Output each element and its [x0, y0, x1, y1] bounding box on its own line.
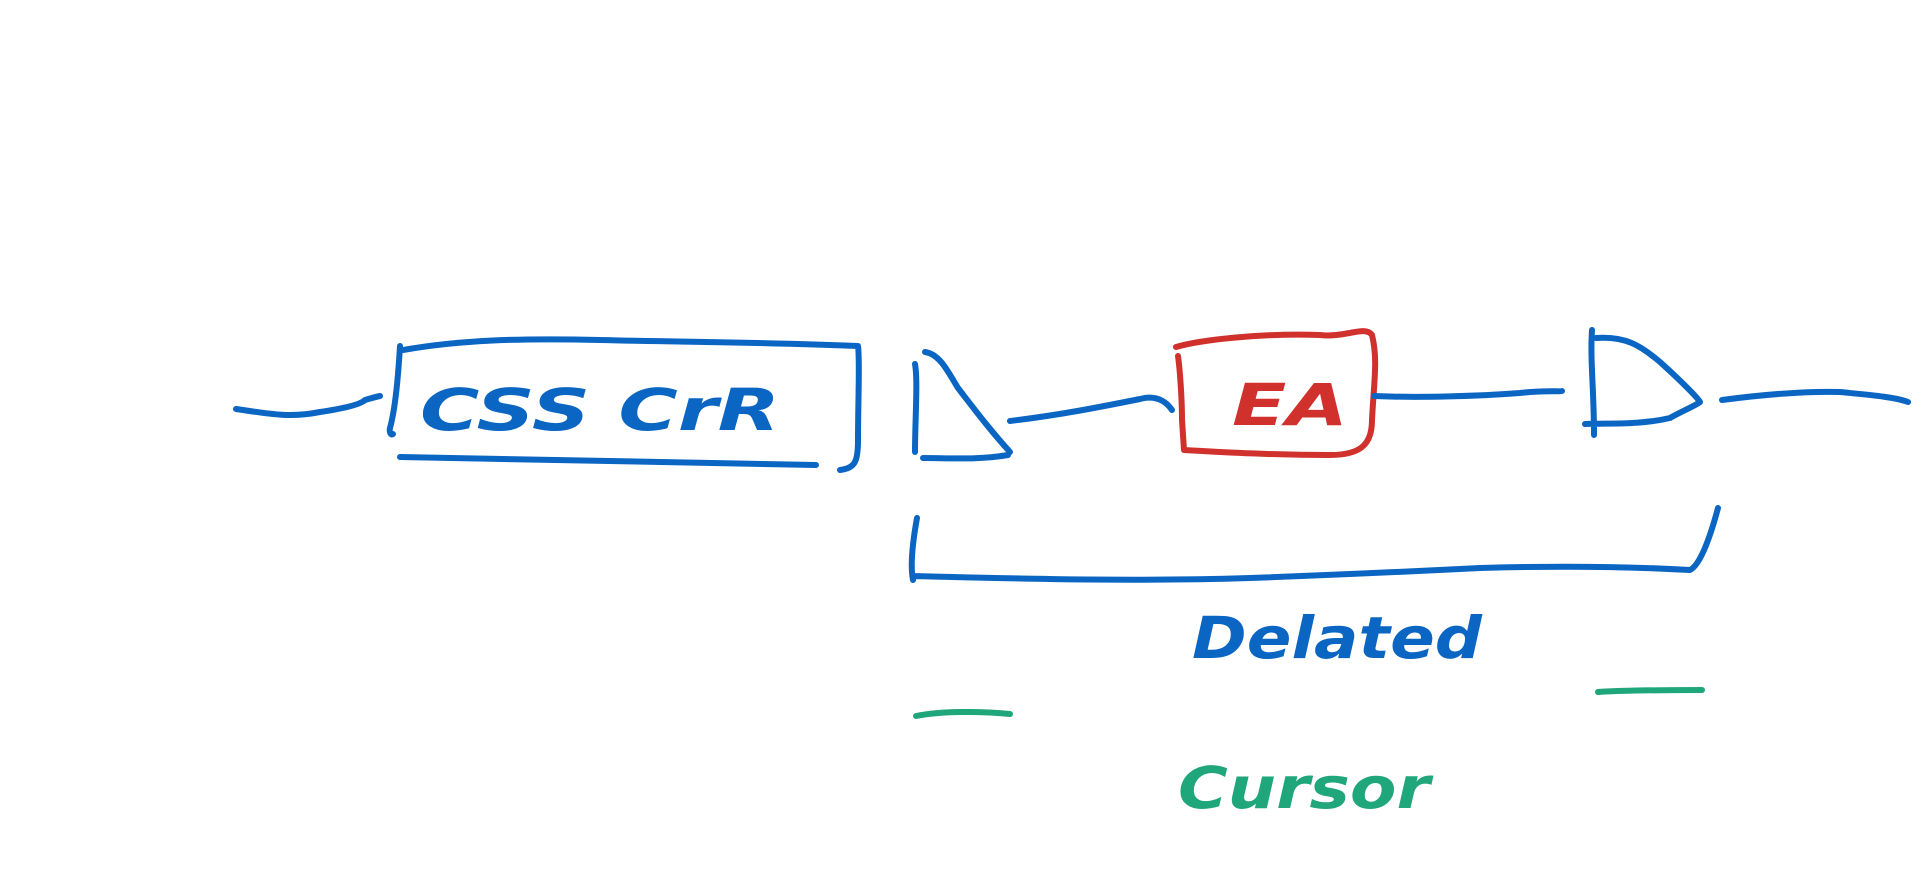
- csr-block-label: CSS CrR: [420, 376, 780, 444]
- cursor-label: Cursor: [1178, 754, 1434, 822]
- buffer-triangle-2-outline: [1582, 327, 1703, 438]
- wire-ea-to-triangle: [1371, 388, 1565, 400]
- delay-bracket: [908, 505, 1721, 583]
- output-wire: [1719, 388, 1911, 405]
- csr-block: CSS CrR: [386, 336, 862, 473]
- ea-block-label: EA: [1232, 371, 1348, 439]
- cursor-marker-right: [1595, 687, 1705, 695]
- wire-triangle-to-ea: [1007, 394, 1175, 424]
- cursor-marker-left: [913, 708, 1013, 719]
- buffer-triangle-2: [1582, 327, 1703, 438]
- buffer-triangle-1-outline: [912, 349, 1013, 462]
- buffer-triangle-1: [912, 349, 1013, 462]
- input-wire: [233, 393, 383, 418]
- whiteboard-diagram: CSS CrR EA Delated Cursor: [233, 327, 1911, 822]
- ea-block: EA: [1173, 328, 1379, 458]
- delay-label: Delated: [1192, 604, 1483, 672]
